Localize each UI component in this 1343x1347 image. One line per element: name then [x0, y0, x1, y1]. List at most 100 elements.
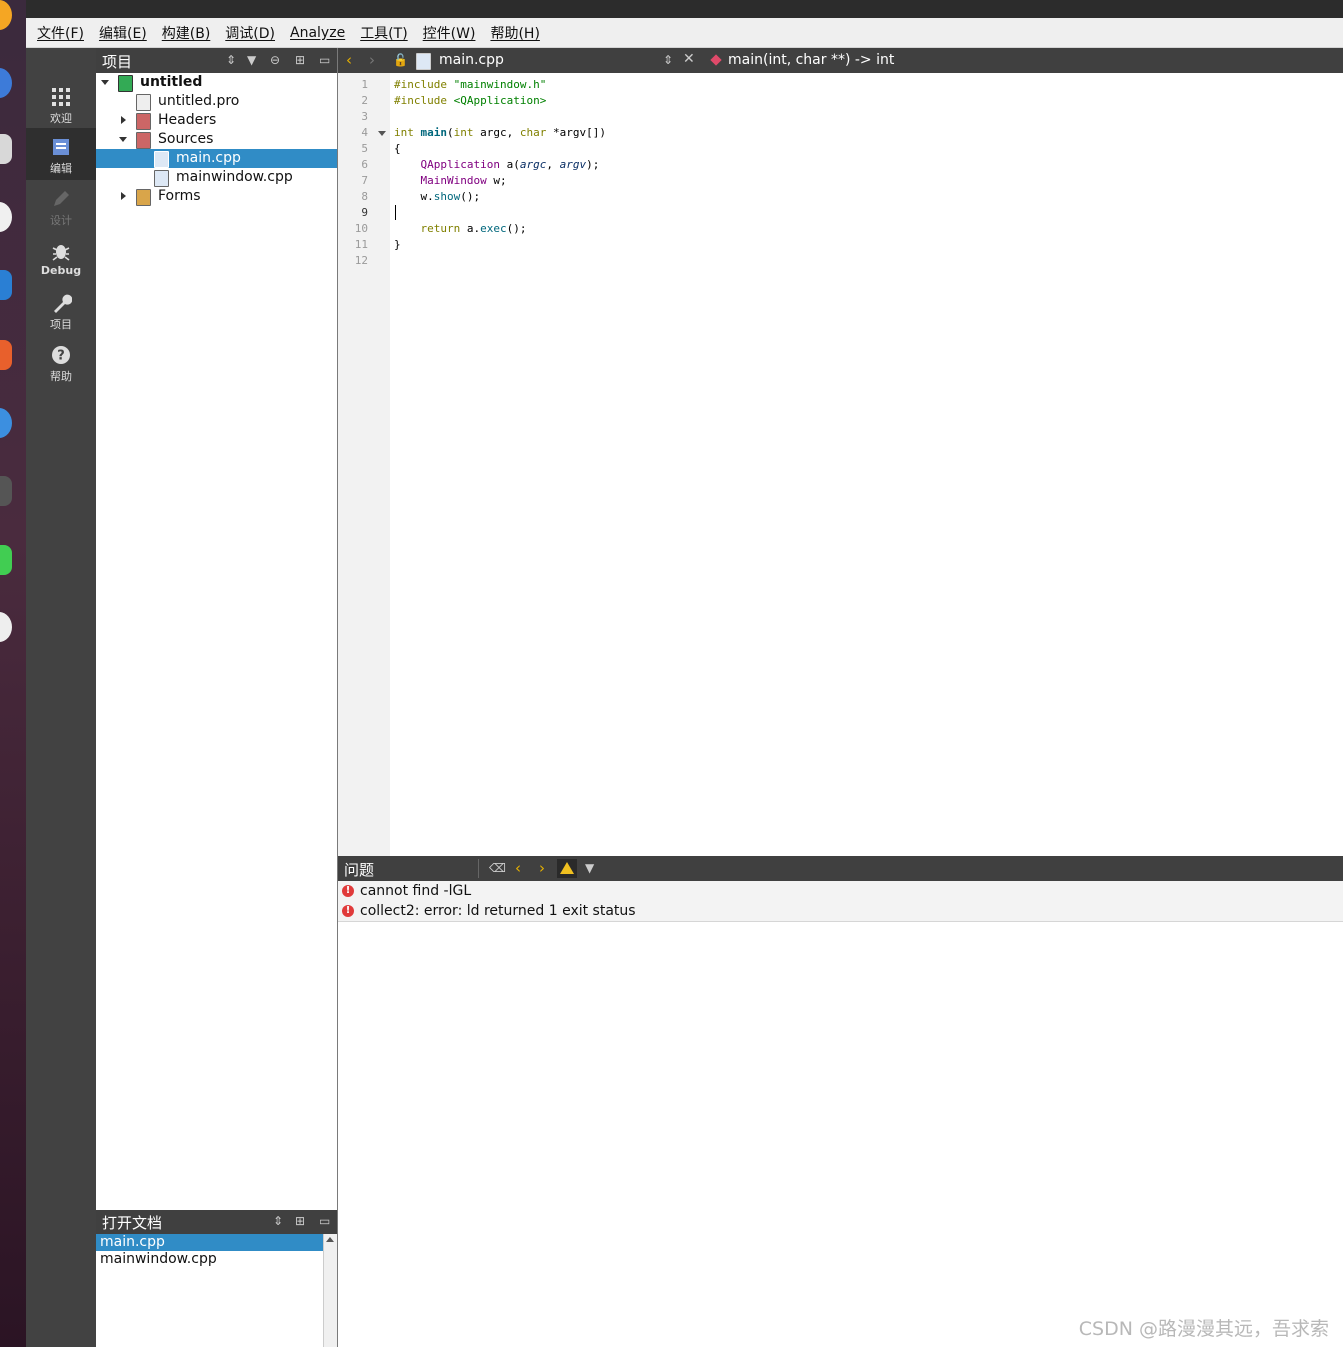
- project-tree: untitled untitled.pro Headers Sources ma…: [96, 73, 337, 1210]
- mode-debug[interactable]: Debug: [26, 232, 96, 284]
- cpp-file-icon: [154, 170, 169, 187]
- open-doc-item[interactable]: main.cpp: [96, 1234, 323, 1251]
- menu-tools[interactable]: 工具(T): [360, 23, 407, 43]
- expand-arrow-icon[interactable]: [119, 137, 127, 142]
- next-issue-icon[interactable]: ›: [539, 859, 545, 877]
- open-docs-header: 打开文档 ⇕ ⊞ ▭: [96, 1210, 337, 1234]
- software-icon[interactable]: [0, 340, 12, 370]
- expand-arrow-icon[interactable]: [101, 80, 109, 85]
- line-number: 10: [354, 222, 368, 235]
- symbol-selector[interactable]: main(int, char **) -> int: [728, 52, 894, 68]
- line-number: 8: [361, 190, 368, 203]
- tree-item-pro-file[interactable]: untitled.pro: [96, 92, 337, 111]
- code-line: return a.exec();: [420, 222, 527, 235]
- forward-arrow-icon[interactable]: ›: [369, 51, 375, 69]
- mode-selector: 欢迎 编辑 设计 Debug 项目 ? 帮助: [26, 48, 96, 1347]
- tree-item-mainwindow-cpp[interactable]: mainwindow.cpp: [96, 168, 337, 187]
- line-number: 5: [361, 142, 368, 155]
- code-line: w.show();: [394, 190, 481, 203]
- tree-item-untitled[interactable]: untitled: [96, 73, 337, 92]
- issues-title[interactable]: 问题: [344, 859, 374, 880]
- close-file-icon[interactable]: ✕: [683, 51, 695, 67]
- link-icon[interactable]: ⊖: [270, 53, 280, 67]
- code-line: QApplication a(argc, argv);: [420, 158, 600, 171]
- line-number-gutter: 1 2 3 4 5 6 7 8 9 10 11 12: [338, 73, 390, 856]
- cpp-file-icon: [154, 151, 169, 168]
- open-docs-scrollbar[interactable]: [323, 1234, 337, 1347]
- writer-icon[interactable]: [0, 270, 12, 300]
- editor-toolbar: ‹ › 🔓 main.cpp ⇕ ✕ main(int, char **) ->…: [338, 48, 1343, 73]
- updown-icon[interactable]: ⇕: [273, 1214, 283, 1228]
- open-docs-list: main.cpp mainwindow.cpp: [96, 1234, 337, 1347]
- tree-item-sources[interactable]: Sources: [96, 130, 337, 149]
- warning-toggle-icon[interactable]: [557, 859, 577, 878]
- tree-item-forms[interactable]: Forms: [96, 187, 337, 206]
- code-editor[interactable]: #include "mainwindow.h" #include <QAppli…: [390, 73, 1343, 856]
- open-doc-label: mainwindow.cpp: [100, 1251, 217, 1267]
- mode-label: 设计: [50, 214, 72, 227]
- menu-help[interactable]: 帮助(H): [490, 23, 539, 43]
- thunderbird-icon[interactable]: [0, 68, 12, 98]
- mode-edit[interactable]: 编辑: [26, 128, 96, 180]
- prev-issue-icon[interactable]: ‹: [515, 859, 521, 877]
- fold-arrow-icon[interactable]: [378, 131, 386, 136]
- help-app-icon[interactable]: [0, 408, 12, 438]
- menu-build[interactable]: 构建(B): [162, 23, 211, 43]
- line-number: 1: [361, 78, 368, 91]
- mode-label: 欢迎: [50, 112, 72, 125]
- code-line: }: [394, 238, 401, 251]
- forms-folder-icon: [136, 189, 151, 206]
- clear-issues-icon[interactable]: ⌫: [489, 861, 506, 875]
- menu-file[interactable]: 文件(F): [37, 23, 84, 43]
- svg-text:?: ?: [57, 349, 65, 364]
- issue-text: cannot find -lGL: [360, 883, 472, 899]
- open-docs-title[interactable]: 打开文档: [102, 1212, 162, 1233]
- filter-icon[interactable]: ▼: [585, 861, 594, 875]
- updown-icon[interactable]: ⇕: [663, 53, 673, 67]
- menu-debug[interactable]: 调试(D): [225, 23, 275, 43]
- code-line: int main(int argc, char *argv[]): [394, 126, 606, 139]
- help-icon: ?: [52, 346, 70, 364]
- tree-item-main-cpp[interactable]: main.cpp: [96, 149, 337, 168]
- issue-row[interactable]: ! cannot find -lGL: [338, 881, 1343, 902]
- files-icon[interactable]: [0, 134, 12, 164]
- rhythmbox-icon[interactable]: [0, 202, 12, 232]
- line-number: 12: [354, 254, 368, 267]
- ubuntu-dock: [0, 0, 26, 1347]
- close-panel-icon[interactable]: ▭: [319, 53, 330, 67]
- tree-item-headers[interactable]: Headers: [96, 111, 337, 130]
- terminal-icon[interactable]: [0, 476, 12, 506]
- firefox-icon[interactable]: [0, 0, 12, 30]
- menu-controls[interactable]: 控件(W): [423, 23, 476, 43]
- split-icon[interactable]: ⊞: [295, 1214, 305, 1228]
- error-icon: !: [342, 905, 354, 917]
- collapsed-arrow-icon[interactable]: [121, 192, 126, 200]
- sources-folder-icon: [136, 132, 151, 149]
- error-icon: !: [342, 885, 354, 897]
- editor-file-name[interactable]: main.cpp: [439, 52, 504, 68]
- issue-row[interactable]: ! collect2: error: ld returned 1 exit st…: [338, 901, 1343, 922]
- back-arrow-icon[interactable]: ‹: [346, 51, 352, 69]
- close-panel-icon[interactable]: ▭: [319, 1214, 330, 1228]
- mode-welcome[interactable]: 欢迎: [26, 78, 96, 130]
- mode-help[interactable]: ? 帮助: [26, 336, 96, 388]
- updown-icon[interactable]: ⇕: [226, 53, 236, 67]
- split-icon[interactable]: ⊞: [295, 53, 305, 67]
- menu-edit[interactable]: 编辑(E): [99, 23, 147, 43]
- open-doc-item[interactable]: mainwindow.cpp: [96, 1251, 323, 1268]
- top-bar: [26, 0, 1343, 18]
- qtcreator-icon[interactable]: [0, 545, 12, 575]
- pro-file-icon: [136, 94, 151, 111]
- bug-icon: [52, 245, 70, 261]
- issues-list: ! cannot find -lGL ! collect2: error: ld…: [338, 881, 1343, 1347]
- scroll-up-icon[interactable]: [326, 1237, 334, 1242]
- project-panel-title[interactable]: 项目: [102, 51, 132, 72]
- filter-icon[interactable]: ▼: [247, 53, 256, 67]
- disc-icon[interactable]: [0, 612, 12, 642]
- mode-projects[interactable]: 项目: [26, 284, 96, 336]
- mode-design[interactable]: 设计: [26, 180, 96, 232]
- cpp-file-icon: [416, 53, 431, 70]
- project-icon: [118, 75, 133, 92]
- menu-analyze[interactable]: Analyze: [290, 25, 345, 41]
- collapsed-arrow-icon[interactable]: [121, 116, 126, 124]
